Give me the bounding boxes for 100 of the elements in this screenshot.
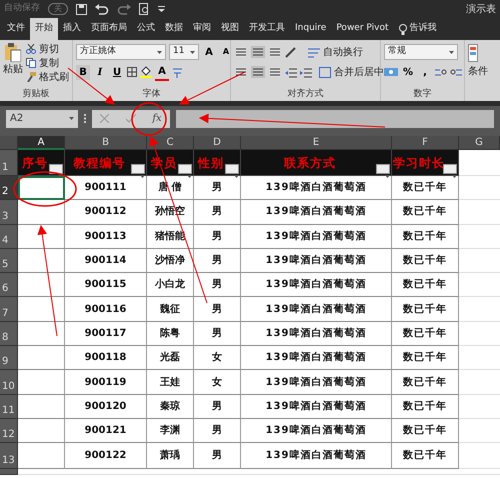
row-header[interactable]: 5	[0, 248, 18, 274]
fill-color-icon[interactable]	[140, 66, 152, 78]
ribbon-tab[interactable]: Power Pivot	[331, 18, 394, 40]
print-preview-icon[interactable]	[139, 3, 150, 15]
name-box[interactable]: A2	[6, 110, 78, 128]
row-header[interactable]: 3	[0, 200, 18, 225]
table-cell[interactable]	[18, 176, 65, 200]
row-header[interactable]: 2	[0, 176, 18, 200]
row-header[interactable]: 1	[0, 150, 18, 176]
align-top-icon[interactable]	[234, 46, 248, 58]
column-header[interactable]: B	[65, 136, 147, 150]
enter-icon[interactable]	[126, 114, 136, 123]
column-header[interactable]: C	[147, 136, 194, 150]
formula-input[interactable]	[176, 110, 494, 128]
table-cell[interactable]	[18, 443, 65, 470]
table-cell: 139啤酒白酒葡萄酒	[241, 176, 392, 200]
table-cell: 数已千年	[392, 418, 459, 444]
ribbon-tab[interactable]: 视图	[216, 18, 244, 40]
table-cell[interactable]	[18, 418, 65, 444]
decrease-indent-icon[interactable]	[285, 66, 297, 78]
column-header[interactable]: G	[459, 136, 500, 150]
format-painter-button[interactable]: 格式刷	[39, 70, 69, 84]
table-cell: 数已千年	[392, 273, 459, 298]
table-cell[interactable]	[18, 394, 65, 419]
row-header[interactable]: 6	[0, 273, 18, 298]
align-center-icon[interactable]	[251, 66, 265, 78]
font-color-button[interactable]: A	[155, 64, 169, 80]
tell-me-field[interactable]: 告诉我	[410, 22, 436, 36]
table-cell: 王娃	[147, 370, 194, 395]
column-header[interactable]: A	[18, 136, 65, 150]
cut-button[interactable]: 剪切	[39, 42, 59, 56]
row-header[interactable]	[0, 469, 18, 476]
ribbon-tab[interactable]: 插入	[58, 18, 86, 40]
row-header[interactable]: 10	[0, 370, 18, 395]
font-size-field[interactable]: 11	[169, 44, 199, 60]
decrease-decimal-icon[interactable]	[450, 67, 462, 77]
align-middle-icon[interactable]	[251, 46, 265, 58]
ribbon-tab[interactable]: 页面布局	[86, 18, 132, 40]
row-header[interactable]: 8	[0, 322, 18, 346]
row-header[interactable]: 4	[0, 224, 18, 249]
insert-function-button[interactable]: fx	[152, 111, 162, 126]
column-header[interactable]: E	[241, 136, 392, 150]
row-header[interactable]: 11	[0, 394, 18, 419]
shrink-font-button[interactable]: A	[219, 46, 233, 58]
ribbon-tab[interactable]: 文件	[2, 18, 30, 40]
grow-font-button[interactable]: A	[202, 44, 216, 60]
row-header[interactable]: 12	[0, 418, 18, 444]
table-cell: 数已千年	[392, 346, 459, 370]
align-bottom-icon[interactable]	[268, 46, 282, 58]
row-header[interactable]: 7	[0, 297, 18, 322]
merge-center-button[interactable]: 合并后居中	[334, 64, 384, 80]
bold-button[interactable]: B	[76, 64, 90, 80]
undo-icon[interactable]	[95, 4, 109, 14]
table-cell[interactable]	[18, 370, 65, 395]
table-cell[interactable]	[18, 346, 65, 370]
row-header[interactable]: 13	[0, 443, 18, 470]
phonetic-icon[interactable]	[172, 66, 184, 78]
currency-icon[interactable]	[384, 67, 398, 77]
table-cell: 139啤酒白酒葡萄酒	[241, 443, 392, 470]
conditional-format-icon[interactable]	[468, 44, 478, 62]
conditional-format-button[interactable]: 条件	[468, 64, 488, 79]
increase-decimal-icon[interactable]	[435, 67, 447, 77]
customize-icon[interactable]	[158, 5, 165, 13]
row-header[interactable]: 9	[0, 346, 18, 370]
ribbon-tab[interactable]: 开始	[30, 18, 58, 40]
save-icon[interactable]	[76, 4, 87, 14]
paste-label[interactable]: 粘贴	[3, 62, 23, 77]
align-right-icon[interactable]	[268, 66, 282, 78]
redo-icon[interactable]	[117, 4, 131, 14]
font-name-field[interactable]: 方正姚体	[76, 44, 166, 60]
cancel-icon[interactable]	[100, 114, 110, 123]
table-cell: 男	[194, 297, 241, 322]
column-header[interactable]: D	[194, 136, 241, 150]
ribbon-tab[interactable]: 数据	[160, 18, 188, 40]
wrap-text-button[interactable]: 自动换行	[323, 44, 363, 60]
percent-button[interactable]: %	[401, 64, 415, 80]
italic-button[interactable]: I	[93, 64, 107, 80]
borders-icon[interactable]	[127, 67, 137, 77]
ribbon-tab[interactable]: 公式	[132, 18, 160, 40]
table-cell: 900122	[65, 443, 147, 470]
copy-button[interactable]: 复制	[39, 56, 59, 70]
paste-icon[interactable]	[5, 42, 21, 62]
align-left-icon[interactable]	[234, 66, 248, 78]
column-header[interactable]: F	[392, 136, 459, 150]
table-cell: 900111	[65, 176, 147, 200]
underline-button[interactable]: U	[110, 64, 124, 80]
brush-icon	[26, 72, 36, 82]
table-cell[interactable]	[18, 200, 65, 225]
wrap-text-icon	[308, 46, 320, 58]
table-cell: 男	[194, 418, 241, 444]
ribbon-tab[interactable]: Inquire	[290, 18, 332, 40]
ribbon-tab[interactable]: 开发工具	[244, 18, 290, 40]
increase-indent-icon[interactable]	[300, 66, 312, 78]
dropdown-icon	[69, 117, 74, 120]
number-format-field[interactable]: 常规	[384, 44, 458, 60]
ribbon-tab[interactable]: 审阅	[188, 18, 216, 40]
comma-button[interactable]: ,	[418, 64, 432, 80]
filter-button[interactable]	[49, 164, 63, 174]
table-cell: 男	[194, 176, 241, 200]
orientation-icon[interactable]	[285, 46, 297, 58]
